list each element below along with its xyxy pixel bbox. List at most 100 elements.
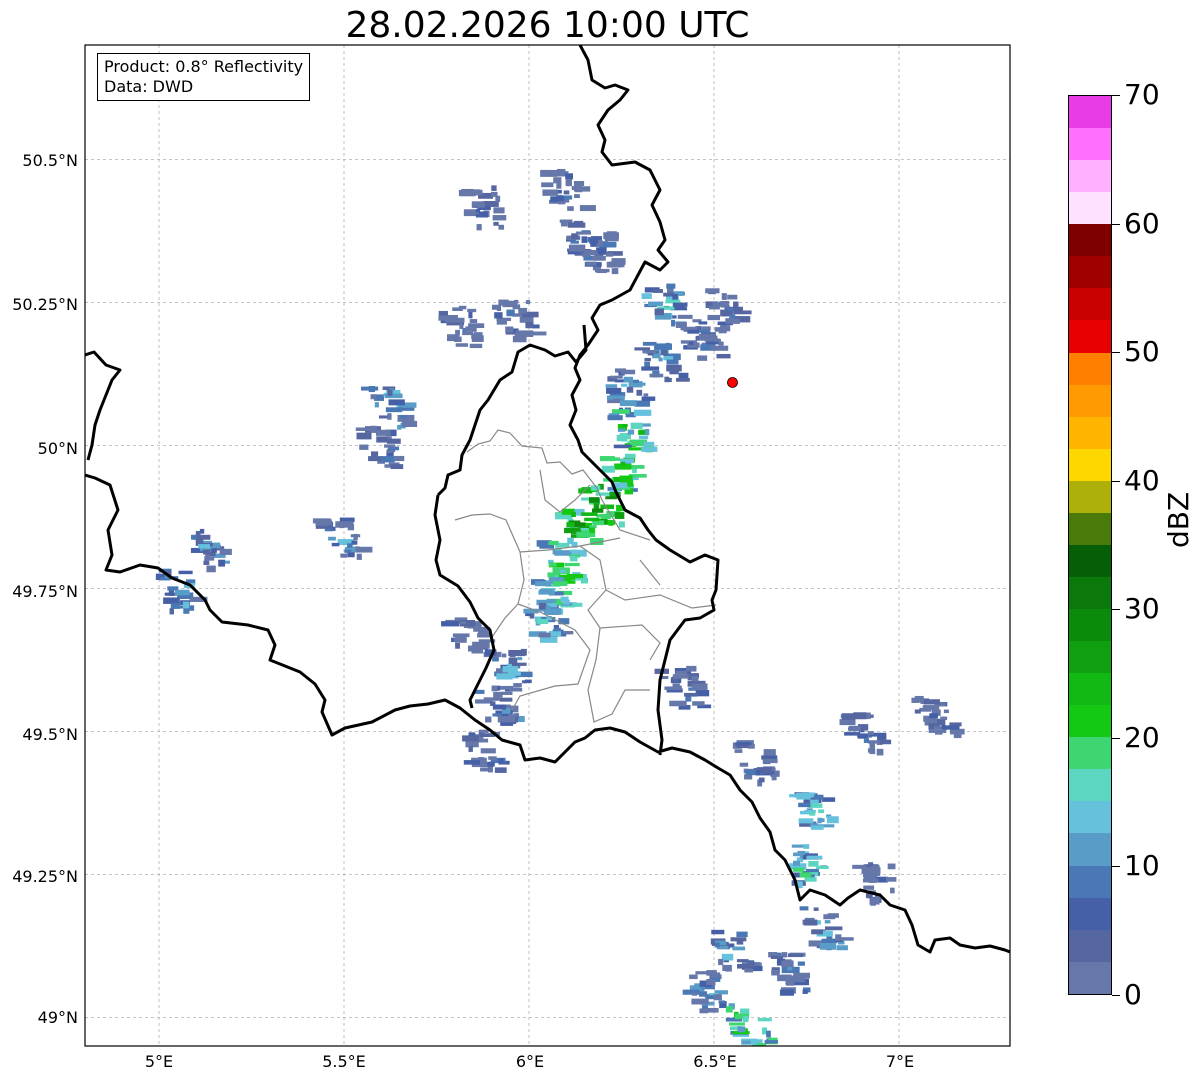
- echo-pixel: [645, 428, 650, 436]
- colorbar-tick: [1112, 95, 1120, 96]
- echo-pixel: [467, 308, 477, 313]
- echo-pixel: [605, 384, 618, 388]
- echo-pixel: [565, 179, 572, 187]
- product-label: Product: 0.8° Reflectivity: [104, 57, 304, 76]
- colorbar-tick: [1112, 738, 1120, 739]
- colorbar-segment: [1069, 160, 1111, 193]
- echo-pixel: [680, 340, 698, 344]
- echo-pixel: [356, 553, 362, 560]
- echo-pixel: [692, 701, 705, 706]
- echo-pixel: [492, 704, 507, 710]
- echo-pixel: [919, 707, 932, 712]
- echo-pixel: [515, 330, 534, 337]
- echo-pixel: [206, 565, 216, 573]
- echo-pixel: [666, 359, 679, 365]
- echo-pixel: [588, 497, 600, 503]
- colorbar-tick-label: 20: [1124, 721, 1160, 754]
- echo-pixel: [347, 543, 353, 548]
- echo-pixel: [729, 1022, 745, 1026]
- echo-pixel: [328, 536, 336, 541]
- echo-pixel: [721, 293, 727, 300]
- echo-pixel: [721, 953, 734, 961]
- echo-pixel: [539, 602, 546, 610]
- echo-pixel: [718, 958, 724, 966]
- echo-pixel: [890, 887, 895, 894]
- echo-pixel: [682, 989, 700, 995]
- echo-pixel: [798, 802, 811, 808]
- echo-pixel: [189, 597, 198, 601]
- echo-pixel: [792, 867, 805, 872]
- echo-pixel: [584, 517, 600, 522]
- echo-pixel: [492, 713, 502, 717]
- echo-pixel: [475, 699, 493, 704]
- echo-pixel: [572, 602, 583, 607]
- echo-pixel: [758, 777, 765, 783]
- echo-pixel: [331, 542, 340, 547]
- echo-pixel: [725, 318, 740, 324]
- lat-tick-label: 49.75°N: [12, 582, 78, 601]
- echo-pixel: [803, 919, 818, 926]
- echo-pixel: [589, 238, 598, 244]
- echo-pixel: [492, 215, 507, 221]
- echo-pixel: [494, 312, 503, 319]
- echo-pixel: [824, 920, 831, 924]
- echo-pixel: [823, 914, 836, 920]
- echo-pixel: [804, 877, 817, 882]
- echo-pixel: [573, 194, 580, 199]
- echo-pixel: [641, 446, 658, 452]
- echo-pixel: [455, 643, 460, 649]
- echo-pixel: [869, 748, 876, 755]
- echo-pixel: [691, 683, 708, 690]
- echo-pixel: [634, 400, 651, 407]
- echo-pixel: [660, 349, 668, 356]
- echo-pixel: [718, 341, 724, 346]
- echo-pixel: [596, 247, 607, 255]
- echo-pixel: [441, 621, 460, 627]
- echo-pixel: [878, 733, 886, 739]
- echo-pixel: [191, 534, 197, 540]
- echo-pixel: [624, 453, 636, 458]
- echo-pixel: [219, 548, 232, 555]
- echo-pixel: [621, 383, 628, 387]
- echo-pixel: [525, 322, 534, 329]
- echo-pixel: [626, 386, 634, 393]
- echo-pixel: [706, 970, 717, 976]
- echo-pixel: [581, 512, 598, 516]
- echo-pixel: [803, 844, 810, 849]
- echo-pixel: [720, 300, 730, 308]
- echo-pixel: [174, 589, 190, 596]
- echo-pixel: [539, 544, 555, 549]
- echo-pixel: [686, 665, 697, 672]
- echo-pixel: [468, 746, 473, 752]
- echo-pixel: [455, 343, 469, 347]
- echo-pixel: [368, 456, 382, 462]
- colorbar-segment: [1069, 897, 1111, 930]
- echo-pixel: [478, 729, 489, 733]
- echo-pixel: [845, 720, 851, 725]
- echo-pixel: [914, 695, 924, 699]
- echo-pixel: [471, 647, 484, 654]
- lat-tick-label: 49.25°N: [12, 867, 78, 886]
- echo-pixel: [764, 1040, 779, 1044]
- echo-pixel: [799, 906, 809, 911]
- echo-pixel: [642, 350, 657, 354]
- echo-pixel: [593, 255, 600, 259]
- colorbar-segment: [1069, 769, 1111, 802]
- echo-pixel: [671, 319, 676, 327]
- echo-pixel: [689, 974, 698, 980]
- echo-pixel: [606, 387, 622, 394]
- echo-pixel: [482, 644, 488, 649]
- echo-pixel: [684, 692, 698, 697]
- echo-pixel: [707, 314, 721, 321]
- echo-pixel: [742, 1016, 749, 1023]
- echo-pixel: [727, 294, 738, 300]
- echo-pixel: [666, 283, 676, 289]
- echo-pixel: [498, 224, 505, 230]
- echo-pixel: [499, 697, 513, 702]
- echo-pixel: [359, 444, 369, 450]
- echo-pixel: [815, 866, 829, 870]
- echo-pixel: [771, 773, 777, 781]
- echo-pixel: [470, 189, 483, 196]
- echo-pixel: [779, 989, 794, 996]
- echo-pixel: [555, 170, 564, 176]
